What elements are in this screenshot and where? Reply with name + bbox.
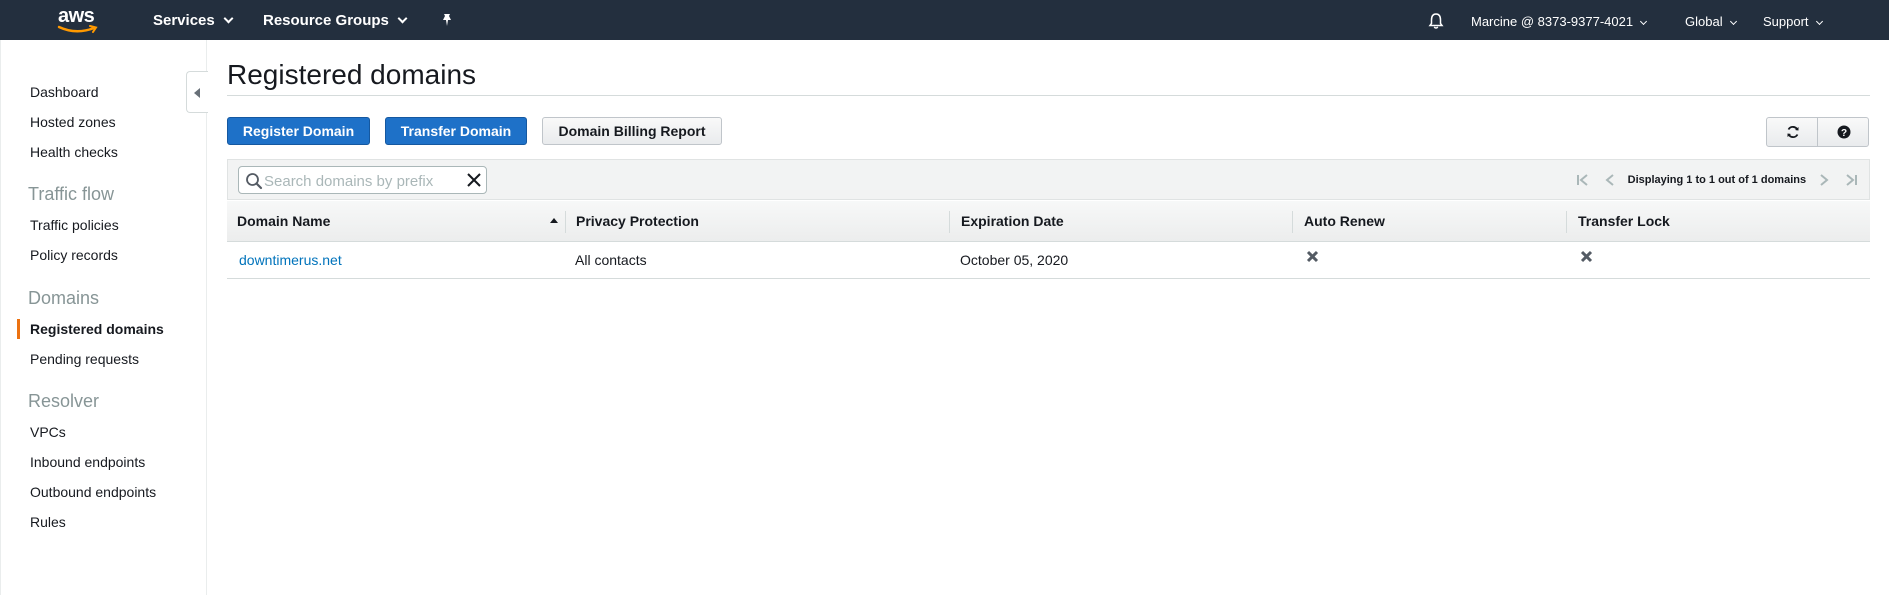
register-domain-button[interactable]: Register Domain [227, 117, 370, 145]
sidebar-item-rules[interactable]: Rules [30, 514, 66, 530]
domain-name-link[interactable]: downtimerus.net [239, 252, 342, 268]
sidebar-item-vpcs[interactable]: VPCs [30, 424, 66, 440]
top-nav-bar: aws Services Resource Groups Marcine @ 8… [0, 0, 1889, 40]
sidebar-heading-traffic-flow: Traffic flow [28, 184, 115, 204]
region-menu[interactable]: Global [1685, 14, 1737, 29]
transfer-lock-disabled-icon [1580, 250, 1593, 263]
services-label: Services [153, 12, 215, 29]
search-box[interactable] [238, 166, 487, 194]
sidebar-item-registered-domains[interactable]: Registered domains [30, 321, 164, 337]
column-divider [565, 211, 566, 233]
table-header: Domain Name Privacy Protection Expiratio… [227, 201, 1870, 242]
sidebar: Dashboard Hosted zones Health checks Tra… [0, 40, 207, 595]
sidebar-item-outbound-endpoints[interactable]: Outbound endpoints [30, 484, 156, 500]
aws-logo[interactable]: aws [56, 5, 100, 35]
table-toolbar: Displaying 1 to 1 out of 1 domains [227, 159, 1870, 200]
refresh-button[interactable] [1766, 117, 1818, 147]
expiration-date-value: October 05, 2020 [960, 252, 1069, 268]
divider [227, 95, 1870, 96]
account-menu[interactable]: Marcine @ 8373-9377-4021 [1471, 14, 1648, 29]
help-icon: ? [1837, 125, 1851, 139]
account-label: Marcine @ 8373-9377-4021 [1471, 14, 1634, 29]
column-header-privacy-protection[interactable]: Privacy Protection [576, 213, 699, 229]
svg-text:?: ? [1841, 128, 1847, 139]
sidebar-item-dashboard[interactable]: Dashboard [30, 84, 99, 100]
resource-groups-label: Resource Groups [263, 12, 389, 29]
sort-ascending-icon[interactable] [550, 218, 558, 223]
first-page-icon[interactable] [1575, 173, 1591, 187]
table-row[interactable]: downtimerus.net All contacts October 05,… [227, 242, 1870, 279]
page-title: Registered domains [227, 59, 477, 90]
help-button[interactable]: ? [1817, 117, 1869, 147]
column-header-transfer-lock[interactable]: Transfer Lock [1578, 213, 1670, 229]
sidebar-item-policy-records[interactable]: Policy records [30, 247, 118, 263]
column-divider [1292, 211, 1293, 233]
sidebar-item-hosted-zones[interactable]: Hosted zones [30, 114, 116, 130]
last-page-icon[interactable] [1843, 173, 1859, 187]
column-divider [949, 211, 950, 233]
sidebar-item-health-checks[interactable]: Health checks [30, 144, 118, 160]
column-header-expiration-date[interactable]: Expiration Date [961, 213, 1064, 229]
support-menu[interactable]: Support [1763, 14, 1823, 29]
collapse-left-icon [194, 88, 200, 98]
chevron-down-icon [1815, 17, 1823, 26]
column-header-domain-name[interactable]: Domain Name [237, 213, 330, 229]
bell-icon[interactable] [1427, 12, 1445, 30]
pagination: Displaying 1 to 1 out of 1 domains [1575, 171, 1859, 189]
column-divider [1566, 211, 1567, 233]
domain-billing-report-button[interactable]: Domain Billing Report [542, 117, 722, 145]
pin-icon[interactable] [439, 12, 455, 28]
auto-renew-disabled-icon [1306, 250, 1319, 263]
column-header-auto-renew[interactable]: Auto Renew [1304, 213, 1385, 229]
services-menu[interactable]: Services [153, 12, 234, 29]
sidebar-item-inbound-endpoints[interactable]: Inbound endpoints [30, 454, 145, 470]
aws-smile-icon [57, 25, 98, 33]
transfer-domain-button[interactable]: Transfer Domain [385, 117, 527, 145]
active-indicator [17, 319, 20, 339]
region-label: Global [1685, 14, 1723, 29]
sidebar-item-traffic-policies[interactable]: Traffic policies [30, 217, 119, 233]
search-input[interactable] [264, 171, 454, 191]
sidebar-collapse-button[interactable] [186, 71, 208, 113]
search-icon [246, 173, 263, 190]
sidebar-heading-resolver: Resolver [28, 391, 100, 411]
pager-text: Displaying 1 to 1 out of 1 domains [1627, 173, 1807, 186]
resource-groups-menu[interactable]: Resource Groups [263, 12, 408, 29]
chevron-down-icon [1729, 17, 1737, 26]
next-page-icon[interactable] [1817, 173, 1831, 187]
chevron-down-icon [397, 13, 408, 24]
clear-search-icon[interactable] [466, 172, 482, 188]
sidebar-item-pending-requests[interactable]: Pending requests [30, 351, 139, 367]
sidebar-heading-domains: Domains [28, 288, 100, 308]
previous-page-icon[interactable] [1603, 173, 1617, 187]
support-label: Support [1763, 14, 1809, 29]
chevron-down-icon [1640, 17, 1648, 26]
refresh-icon [1787, 126, 1799, 138]
chevron-down-icon [223, 13, 234, 24]
privacy-protection-value: All contacts [575, 252, 647, 268]
